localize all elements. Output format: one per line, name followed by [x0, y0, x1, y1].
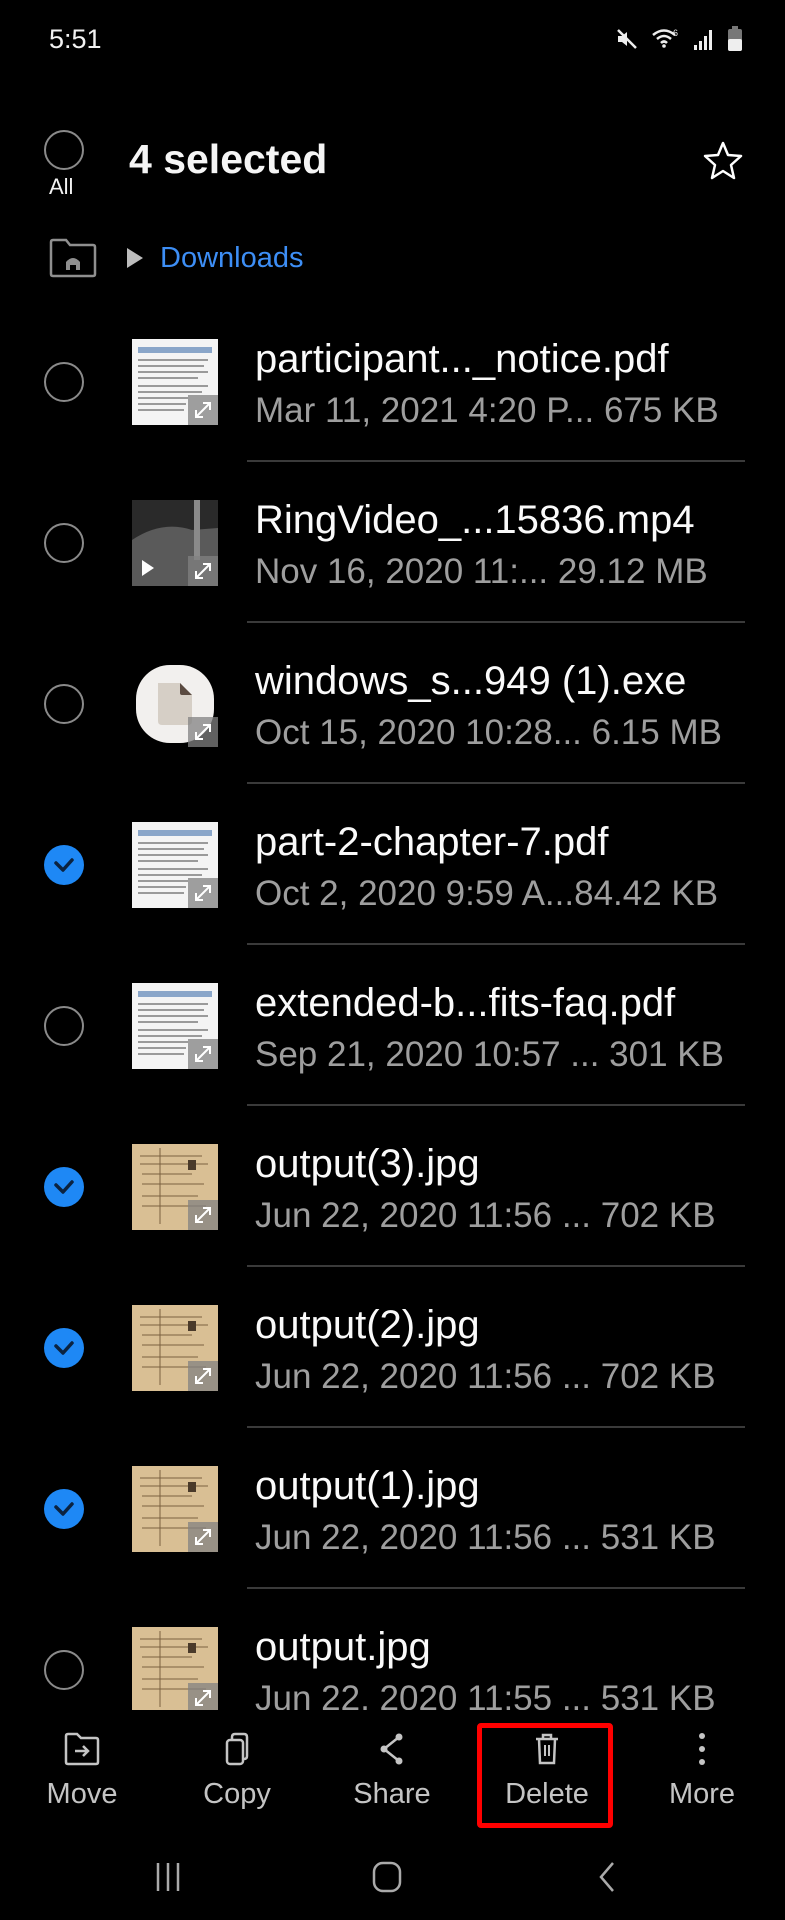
file-checkbox[interactable] [44, 1650, 84, 1690]
file-row[interactable]: windows_s...949 (1).exe Oct 15, 2020 10:2… [0, 623, 785, 784]
file-row[interactable]: output(1).jpg Jun 22, 2020 11:56 ... 531 … [0, 1428, 785, 1589]
select-all-checkbox[interactable] [44, 130, 84, 170]
file-name: participant..._notice.pdf [255, 337, 669, 381]
file-meta: Sep 21, 2020 10:57 ... 301 KB [255, 1035, 724, 1074]
file-checkbox[interactable] [44, 684, 84, 724]
file-thumbnail[interactable] [132, 339, 218, 425]
file-name: RingVideo_...15836.mp4 [255, 498, 695, 542]
move-to-folder-icon [64, 1732, 100, 1766]
expand-icon[interactable] [188, 1200, 218, 1230]
home-folder-icon[interactable] [48, 238, 98, 278]
back-icon[interactable] [595, 1860, 619, 1894]
more-label: More [668, 1778, 736, 1810]
file-thumbnail[interactable] [132, 1305, 218, 1391]
file-checkbox[interactable] [44, 362, 84, 402]
file-meta: Jun 22, 2020 11:56 ... 531 KB [255, 1518, 716, 1557]
file-row[interactable]: extended-b...fits-faq.pdf Sep 21, 2020 10… [0, 945, 785, 1106]
expand-icon[interactable] [188, 395, 218, 425]
file-meta: Oct 15, 2020 10:28... 6.15 MB [255, 713, 722, 752]
star-icon[interactable] [703, 140, 743, 180]
file-checkbox-checked[interactable] [44, 845, 84, 885]
breadcrumb-downloads[interactable]: Downloads [160, 242, 303, 275]
wifi-icon: 6 [652, 28, 678, 48]
share-button[interactable]: Share [317, 1732, 467, 1811]
expand-icon[interactable] [188, 1039, 218, 1069]
file-thumbnail[interactable] [132, 1627, 218, 1713]
file-meta: Mar 11, 2021 4:20 P... 675 KB [255, 391, 719, 430]
mute-icon [617, 29, 637, 49]
file-name: output(2).jpg [255, 1303, 480, 1347]
status-time: 5:51 [49, 24, 102, 54]
file-checkbox[interactable] [44, 523, 84, 563]
file-meta: Jun 22, 2020 11:56 ... 702 KB [255, 1196, 716, 1235]
status-icons: 6 [615, 26, 743, 52]
file-thumbnail[interactable] [132, 661, 218, 747]
file-thumbnail[interactable] [132, 1144, 218, 1230]
checkmark-icon [54, 1341, 74, 1355]
expand-icon[interactable] [188, 556, 218, 586]
signal-icon [694, 30, 712, 50]
file-meta: Jun 22, 2020 11:56 ... 702 KB [255, 1357, 716, 1396]
file-row[interactable]: RingVideo_...15836.mp4 Nov 16, 2020 11:..… [0, 462, 785, 623]
file-name: output(3).jpg [255, 1142, 480, 1186]
expand-icon[interactable] [188, 878, 218, 908]
file-thumbnail[interactable] [132, 1466, 218, 1552]
file-thumbnail[interactable] [132, 500, 218, 586]
file-name: extended-b...fits-faq.pdf [255, 981, 676, 1025]
file-row[interactable]: output(2).jpg Jun 22, 2020 11:56 ... 702 … [0, 1267, 785, 1428]
file-meta: Nov 16, 2020 11:... 29.12 MB [255, 552, 708, 591]
bottom-toolbar: Move Copy Share Delete More [0, 1710, 785, 1830]
file-name: output.jpg [255, 1625, 431, 1669]
svg-text:6: 6 [673, 28, 678, 38]
file-list: participant..._notice.pdf Mar 11, 2021 4:… [0, 301, 785, 1750]
move-button[interactable]: Move [7, 1732, 157, 1811]
file-row[interactable]: part-2-chapter-7.pdf Oct 2, 2020 9:59 A..… [0, 784, 785, 945]
file-thumbnail[interactable] [132, 822, 218, 908]
checkmark-icon [54, 858, 74, 872]
expand-icon[interactable] [188, 717, 218, 747]
share-icon [380, 1733, 403, 1765]
delete-highlight-box [477, 1723, 613, 1828]
more-button[interactable]: More [627, 1732, 777, 1811]
copy-button[interactable]: Copy [162, 1732, 312, 1811]
file-checkbox-checked[interactable] [44, 1167, 84, 1207]
file-checkbox[interactable] [44, 1006, 84, 1046]
expand-icon[interactable] [188, 1683, 218, 1713]
navigation-bar [0, 1840, 785, 1920]
expand-icon[interactable] [188, 1522, 218, 1552]
home-icon[interactable] [370, 1860, 404, 1894]
recent-apps-icon[interactable] [153, 1860, 183, 1894]
move-label: Move [46, 1778, 118, 1810]
file-meta: Oct 2, 2020 9:59 A...84.42 KB [255, 874, 719, 913]
expand-icon[interactable] [188, 1361, 218, 1391]
more-vertical-icon [699, 1733, 705, 1765]
file-row[interactable]: output(3).jpg Jun 22, 2020 11:56 ... 702 … [0, 1106, 785, 1267]
select-all-label: All [49, 174, 74, 199]
share-label: Share [353, 1778, 431, 1810]
triangle-right-icon [127, 248, 143, 268]
file-thumbnail[interactable] [132, 983, 218, 1069]
copy-label: Copy [203, 1778, 271, 1810]
copy-icon [225, 1732, 249, 1766]
battery-icon [728, 26, 742, 51]
file-name: output(1).jpg [255, 1464, 480, 1508]
checkmark-icon [54, 1502, 74, 1516]
file-name: windows_s...949 (1).exe [255, 659, 687, 703]
file-row[interactable]: participant..._notice.pdf Mar 11, 2021 4:… [0, 301, 785, 462]
checkmark-icon [54, 1180, 74, 1194]
file-name: part-2-chapter-7.pdf [255, 820, 609, 864]
file-checkbox-checked[interactable] [44, 1328, 84, 1368]
file-checkbox-checked[interactable] [44, 1489, 84, 1529]
page-title: 4 selected [129, 136, 328, 182]
